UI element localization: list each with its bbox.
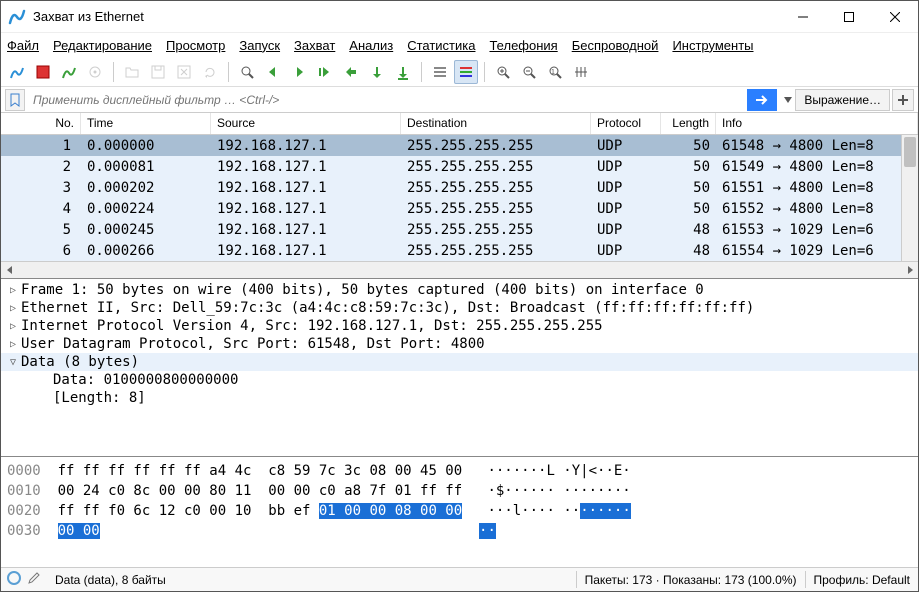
detail-line[interactable]: ▽Data (8 bytes) <box>1 353 918 371</box>
detail-line[interactable]: ▷Ethernet II, Src: Dell_59:7c:3c (a4:4c:… <box>1 299 918 317</box>
capture-options-icon[interactable] <box>83 60 107 84</box>
go-last-icon[interactable] <box>365 60 389 84</box>
table-row[interactable]: 30.000202192.168.127.1255.255.255.255UDP… <box>1 177 918 198</box>
column-header-destination[interactable]: Destination <box>401 113 591 134</box>
column-header-length[interactable]: Length <box>661 113 716 134</box>
reload-icon[interactable] <box>198 60 222 84</box>
save-file-icon[interactable] <box>146 60 170 84</box>
find-packet-icon[interactable] <box>235 60 259 84</box>
app-window: Захват из Ethernet Файл Редактирование П… <box>0 0 919 592</box>
hex-line[interactable]: 0010 00 24 c0 8c 00 00 80 11 00 00 c0 a8… <box>7 481 912 501</box>
detail-line[interactable]: Data: 0100000800000000 <box>1 371 918 389</box>
packet-list-header: No. Time Source Destination Protocol Len… <box>1 113 918 135</box>
expert-info-icon[interactable] <box>7 571 21 588</box>
zoom-in-icon[interactable] <box>491 60 515 84</box>
horizontal-scrollbar[interactable] <box>1 261 918 278</box>
toolbar-separator <box>484 62 485 82</box>
column-header-protocol[interactable]: Protocol <box>591 113 661 134</box>
menu-tools[interactable]: Инструменты <box>672 38 753 53</box>
close-file-icon[interactable] <box>172 60 196 84</box>
menu-bar: Файл Редактирование Просмотр Запуск Захв… <box>1 33 918 57</box>
scroll-right-icon[interactable] <box>901 262 918 279</box>
app-icon <box>7 7 27 27</box>
column-header-no[interactable]: No. <box>1 113 81 134</box>
go-first-icon[interactable] <box>339 60 363 84</box>
table-row[interactable]: 40.000224192.168.127.1255.255.255.255UDP… <box>1 198 918 219</box>
scroll-left-icon[interactable] <box>1 262 18 279</box>
menu-analyze[interactable]: Анализ <box>349 38 393 53</box>
column-header-info[interactable]: Info <box>716 113 918 134</box>
table-row[interactable]: 20.000081192.168.127.1255.255.255.255UDP… <box>1 156 918 177</box>
status-packets: Пакеты: 173 · Показаны: 173 (100.0%) <box>577 568 805 591</box>
toolbar-separator <box>113 62 114 82</box>
packet-hex-pane[interactable]: 0000 ff ff ff ff ff ff a4 4c c8 59 7c 3c… <box>1 457 918 567</box>
maximize-button[interactable] <box>826 1 872 33</box>
detail-line[interactable]: [Length: 8] <box>1 389 918 407</box>
status-bar: Data (data), 8 байты Пакеты: 173 · Показ… <box>1 567 918 591</box>
add-filter-button[interactable] <box>892 89 914 111</box>
close-button[interactable] <box>872 1 918 33</box>
menu-edit[interactable]: Редактирование <box>53 38 152 53</box>
menu-telephony[interactable]: Телефония <box>489 38 557 53</box>
packet-list-rows[interactable]: 10.000000192.168.127.1255.255.255.255UDP… <box>1 135 918 261</box>
expression-button[interactable]: Выражение… <box>795 89 890 111</box>
resize-columns-icon[interactable] <box>569 60 593 84</box>
toolbar-separator <box>228 62 229 82</box>
filter-dropdown-icon[interactable] <box>781 97 795 103</box>
detail-line[interactable]: ▷User Datagram Protocol, Src Port: 61548… <box>1 335 918 353</box>
open-file-icon[interactable] <box>120 60 144 84</box>
hex-line[interactable]: 0020 ff ff f0 6c 12 c0 00 10 bb ef 01 00… <box>7 501 912 521</box>
menu-capture[interactable]: Захват <box>294 38 335 53</box>
menu-statistics[interactable]: Статистика <box>407 38 475 53</box>
start-capture-icon[interactable] <box>5 60 29 84</box>
detail-line[interactable]: ▷Frame 1: 50 bytes on wire (400 bits), 5… <box>1 281 918 299</box>
table-row[interactable]: 50.000245192.168.127.1255.255.255.255UDP… <box>1 219 918 240</box>
toolbar: 1 <box>1 57 918 87</box>
apply-filter-button[interactable] <box>747 89 777 111</box>
status-left: Data (data), 8 байты <box>47 568 576 591</box>
go-forward-icon[interactable] <box>287 60 311 84</box>
table-row[interactable]: 60.000266192.168.127.1255.255.255.255UDP… <box>1 240 918 261</box>
title-bar: Захват из Ethernet <box>1 1 918 33</box>
minimize-button[interactable] <box>780 1 826 33</box>
display-filter-input[interactable] <box>27 89 747 111</box>
restart-capture-icon[interactable] <box>57 60 81 84</box>
colorize-active-icon[interactable] <box>454 60 478 84</box>
toolbar-separator <box>421 62 422 82</box>
edit-capture-comment-icon[interactable] <box>27 571 41 588</box>
zoom-out-icon[interactable] <box>517 60 541 84</box>
stop-capture-icon[interactable] <box>31 60 55 84</box>
window-title: Захват из Ethernet <box>33 9 780 24</box>
table-row[interactable]: 10.000000192.168.127.1255.255.255.255UDP… <box>1 135 918 156</box>
packet-list-pane: No. Time Source Destination Protocol Len… <box>1 113 918 279</box>
menu-file[interactable]: Файл <box>7 38 39 53</box>
menu-wireless[interactable]: Беспроводной <box>572 38 659 53</box>
zoom-reset-icon[interactable]: 1 <box>543 60 567 84</box>
auto-scroll-icon[interactable] <box>391 60 415 84</box>
detail-line[interactable]: ▷Internet Protocol Version 4, Src: 192.1… <box>1 317 918 335</box>
go-back-icon[interactable] <box>261 60 285 84</box>
go-to-packet-icon[interactable] <box>313 60 337 84</box>
status-profile[interactable]: Профиль: Default <box>806 568 919 591</box>
filter-bookmark-icon[interactable] <box>5 89 25 111</box>
hex-line[interactable]: 0030 00 00 ·· <box>7 521 912 541</box>
svg-text:1: 1 <box>551 69 555 76</box>
filter-bar: Выражение… <box>1 87 918 113</box>
window-controls <box>780 1 918 33</box>
colorize-icon[interactable] <box>428 60 452 84</box>
column-header-source[interactable]: Source <box>211 113 401 134</box>
column-header-time[interactable]: Time <box>81 113 211 134</box>
menu-view[interactable]: Просмотр <box>166 38 225 53</box>
menu-go[interactable]: Запуск <box>239 38 280 53</box>
hex-line[interactable]: 0000 ff ff ff ff ff ff a4 4c c8 59 7c 3c… <box>7 461 912 481</box>
packet-details-pane[interactable]: ▷Frame 1: 50 bytes on wire (400 bits), 5… <box>1 279 918 457</box>
vertical-scrollbar[interactable] <box>901 135 918 261</box>
